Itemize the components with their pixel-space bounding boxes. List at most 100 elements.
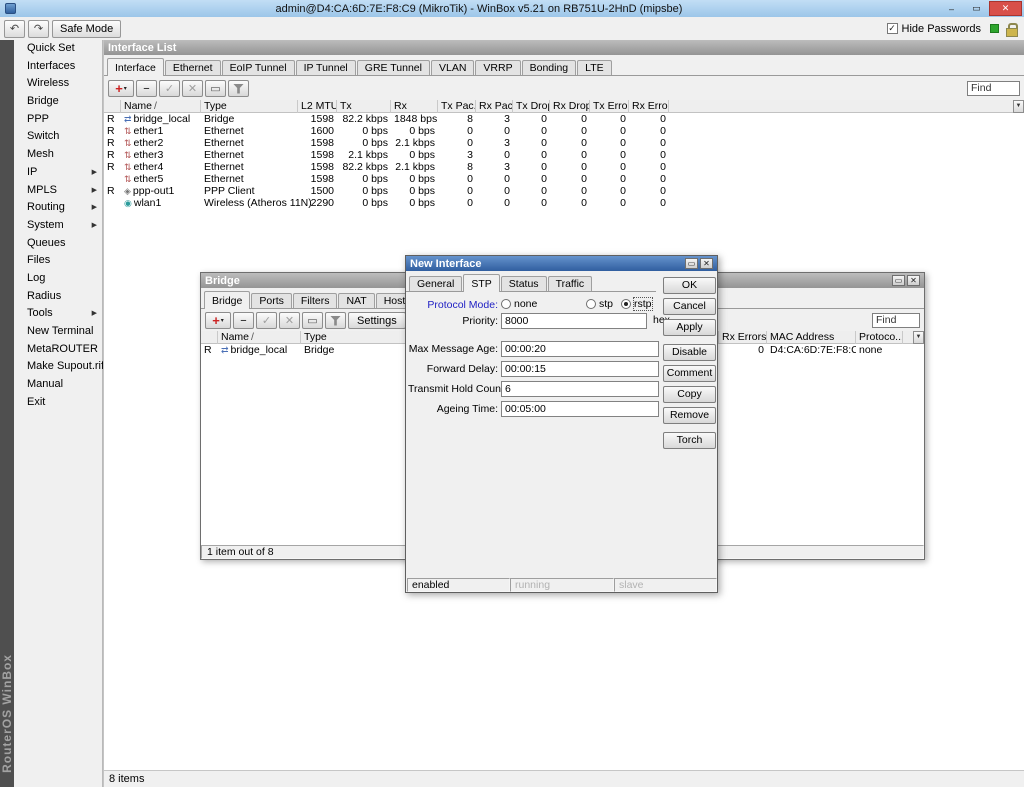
sidebar-item-mpls[interactable]: MPLS▶ [14, 182, 102, 200]
sidebar-item-ppp[interactable]: PPP [14, 111, 102, 129]
sidebar-item-routing[interactable]: Routing▶ [14, 199, 102, 217]
maximize-button[interactable]: ▭ [964, 1, 989, 16]
tab-nat[interactable]: NAT [338, 293, 374, 308]
sidebar-item-quick-set[interactable]: Quick Set [14, 40, 102, 58]
sidebar-item-radius[interactable]: Radius [14, 288, 102, 306]
column-rx-drops[interactable]: Rx Drops [550, 100, 590, 113]
tab-gre-tunnel[interactable]: GRE Tunnel [357, 60, 430, 75]
find-box[interactable]: Find [967, 81, 1020, 96]
close-button[interactable]: ✕ [989, 1, 1022, 16]
undo-button[interactable]: ↶ [4, 20, 25, 38]
forward-delay-input[interactable]: 00:00:15 [501, 361, 659, 377]
comment-button[interactable]: ▭ [205, 80, 226, 97]
column-mac-address[interactable]: MAC Address [767, 331, 856, 344]
column-tx-drops[interactable]: Tx Drops [513, 100, 550, 113]
sidebar-item-wireless[interactable]: Wireless [14, 75, 102, 93]
comment-button[interactable]: Comment [663, 365, 716, 382]
table-row[interactable]: R ⇅ether1 Ethernet 1600 0 bps 0 bps 0 0 … [104, 125, 1024, 137]
disable-button[interactable]: ✕ [182, 80, 203, 97]
hide-passwords-checkbox[interactable]: ✓ Hide Passwords [887, 23, 981, 35]
ok-button[interactable]: OK [663, 277, 716, 294]
minimize-button[interactable]: – [939, 1, 964, 16]
tab-ports[interactable]: Ports [251, 293, 292, 308]
close-dialog-button[interactable]: ✕ [700, 258, 713, 269]
column-flags[interactable] [104, 100, 121, 113]
column-rx-packets[interactable]: Rx Pac... [476, 100, 513, 113]
column-selector-button[interactable]: ▼ [1013, 100, 1024, 113]
tab-bridge[interactable]: Bridge [204, 291, 250, 309]
sidebar-item-log[interactable]: Log [14, 270, 102, 288]
filter-button[interactable] [325, 312, 346, 329]
sidebar-item-bridge[interactable]: Bridge [14, 93, 102, 111]
sidebar-item-mesh[interactable]: Mesh [14, 146, 102, 164]
max-message-age-input[interactable]: 00:00:20 [501, 341, 659, 357]
remove-button[interactable]: Remove [663, 407, 716, 424]
column-selector-button[interactable]: ▼ [913, 331, 924, 344]
add-button[interactable]: +▾ [205, 312, 231, 329]
sidebar-item-tools[interactable]: Tools▶ [14, 305, 102, 323]
add-button[interactable]: +▾ [108, 80, 134, 97]
tab-ip-tunnel[interactable]: IP Tunnel [296, 60, 356, 75]
table-row[interactable]: R ⇅ether2 Ethernet 1598 0 bps 2.1 kbps 0… [104, 137, 1024, 149]
tab-interface[interactable]: Interface [107, 58, 164, 76]
tab-eoip-tunnel[interactable]: EoIP Tunnel [222, 60, 295, 75]
enable-button[interactable]: ✓ [159, 80, 180, 97]
safe-mode-button[interactable]: Safe Mode [52, 20, 121, 38]
tab-ethernet[interactable]: Ethernet [165, 60, 221, 75]
comment-button[interactable]: ▭ [302, 312, 323, 329]
radio-stp[interactable]: stp [586, 297, 613, 311]
ageing-time-input[interactable]: 00:05:00 [501, 401, 659, 417]
copy-button[interactable]: Copy [663, 386, 716, 403]
remove-button[interactable]: − [233, 312, 254, 329]
table-row[interactable]: ◉wlan1 Wireless (Atheros 11N) 2290 0 bps… [104, 197, 1024, 209]
sidebar-item-ip[interactable]: IP▶ [14, 164, 102, 182]
table-row[interactable]: ⇅ether5 Ethernet 1598 0 bps 0 bps 0 0 0 … [104, 173, 1024, 185]
cancel-button[interactable]: Cancel [663, 298, 716, 315]
table-row[interactable]: R ⇅ether4 Ethernet 1598 82.2 kbps 2.1 kb… [104, 161, 1024, 173]
column-tx[interactable]: Tx [337, 100, 391, 113]
apply-button[interactable]: Apply [663, 319, 716, 336]
tab-bonding[interactable]: Bonding [522, 60, 577, 75]
disable-button[interactable]: ✕ [279, 312, 300, 329]
interface-list-titlebar[interactable]: Interface List [104, 40, 1024, 55]
table-row[interactable]: R ⇅ether3 Ethernet 1598 2.1 kbps 0 bps 3… [104, 149, 1024, 161]
tab-lte[interactable]: LTE [577, 60, 611, 75]
column-name[interactable]: Name/ [121, 100, 201, 113]
radio-rstp[interactable]: rstp [621, 297, 652, 311]
tab-vrrp[interactable]: VRRP [475, 60, 520, 75]
sidebar-item-make-supout[interactable]: Make Supout.rif [14, 358, 102, 376]
tab-filters[interactable]: Filters [293, 293, 338, 308]
column-type[interactable]: Type [201, 100, 298, 113]
column-tx-packets[interactable]: Tx Pac... [438, 100, 476, 113]
tab-traffic[interactable]: Traffic [548, 276, 593, 291]
disable-button[interactable]: Disable [663, 344, 716, 361]
torch-button[interactable]: Torch [663, 432, 716, 449]
sidebar-item-system[interactable]: System▶ [14, 217, 102, 235]
dialog-titlebar[interactable]: New Interface ▭ ✕ [406, 256, 717, 271]
column-l2mtu[interactable]: L2 MTU [298, 100, 337, 113]
sidebar-item-manual[interactable]: Manual [14, 376, 102, 394]
column-rx-errors[interactable]: Rx Errors [629, 100, 669, 113]
shade-button[interactable]: ▭ [685, 258, 698, 269]
table-row[interactable]: R ◈ppp-out1 PPP Client 1500 0 bps 0 bps … [104, 185, 1024, 197]
sidebar-item-switch[interactable]: Switch [14, 128, 102, 146]
sidebar-item-exit[interactable]: Exit [14, 394, 102, 412]
tab-stp[interactable]: STP [463, 274, 499, 292]
sidebar-item-interfaces[interactable]: Interfaces [14, 58, 102, 76]
redo-button[interactable]: ↷ [28, 20, 49, 38]
sidebar-item-files[interactable]: Files [14, 252, 102, 270]
radio-none[interactable]: none [501, 297, 537, 311]
close-window-button[interactable]: ✕ [907, 275, 920, 286]
shade-button[interactable]: ▭ [892, 275, 905, 286]
tab-general[interactable]: General [409, 276, 462, 291]
tab-vlan[interactable]: VLAN [431, 60, 474, 75]
sidebar-item-metarouter[interactable]: MetaROUTER [14, 341, 102, 359]
transmit-hold-count-input[interactable]: 6 [501, 381, 659, 397]
find-box[interactable]: Find [872, 313, 920, 328]
column-rx[interactable]: Rx [391, 100, 438, 113]
settings-button[interactable]: Settings [348, 312, 406, 329]
filter-button[interactable] [228, 80, 249, 97]
column-protocol[interactable]: Protoco... [856, 331, 903, 344]
enable-button[interactable]: ✓ [256, 312, 277, 329]
column-name[interactable]: Name/ [218, 331, 301, 344]
